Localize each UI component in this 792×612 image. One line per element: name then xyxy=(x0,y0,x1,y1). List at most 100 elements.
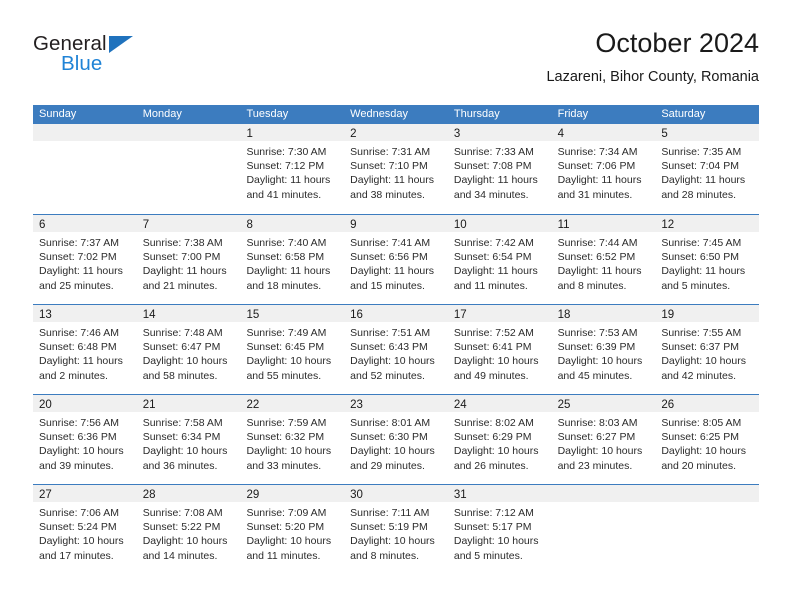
day-number-band: 20 xyxy=(33,395,137,412)
day-cell[interactable]: 4 Sunrise: 7:34 AM Sunset: 7:06 PM Dayli… xyxy=(551,124,656,214)
sunset-text: Sunset: 6:34 PM xyxy=(142,431,221,444)
day-details: Sunrise: 8:05 AM Sunset: 6:25 PM Dayligh… xyxy=(655,412,759,473)
sunset-text: Sunset: 7:12 PM xyxy=(246,160,325,173)
day-number: 26 xyxy=(661,399,675,411)
daylight-text-line1: Daylight: 10 hours xyxy=(246,355,332,368)
day-details: Sunrise: 8:02 AM Sunset: 6:29 PM Dayligh… xyxy=(448,412,552,473)
day-cell[interactable]: 27 Sunrise: 7:06 AM Sunset: 5:24 PM Dayl… xyxy=(33,485,137,574)
day-details: Sunrise: 7:31 AM Sunset: 7:10 PM Dayligh… xyxy=(344,141,448,202)
weekday-header-saturday: Saturday xyxy=(661,108,706,120)
day-number: 12 xyxy=(661,219,675,231)
day-details: Sunrise: 7:53 AM Sunset: 6:39 PM Dayligh… xyxy=(552,322,656,383)
day-details: Sunrise: 7:34 AM Sunset: 7:06 PM Dayligh… xyxy=(552,141,656,202)
day-cell[interactable]: 20 Sunrise: 7:56 AM Sunset: 6:36 PM Dayl… xyxy=(33,395,137,484)
day-number-band: 26 xyxy=(655,395,760,412)
day-number: 6 xyxy=(39,219,46,231)
day-details: Sunrise: 8:01 AM Sunset: 6:30 PM Dayligh… xyxy=(344,412,448,473)
day-cell[interactable]: 3 Sunrise: 7:33 AM Sunset: 7:08 PM Dayli… xyxy=(447,124,552,214)
day-number-band: 1 xyxy=(240,124,345,141)
day-cell[interactable]: 31 Sunrise: 7:12 AM Sunset: 5:17 PM Dayl… xyxy=(447,485,552,574)
daylight-text-line2: and 8 minutes. xyxy=(557,279,627,292)
day-number-band: 25 xyxy=(551,395,656,412)
day-cell[interactable]: 1 Sunrise: 7:30 AM Sunset: 7:12 PM Dayli… xyxy=(240,124,345,214)
day-details: Sunrise: 7:11 AM Sunset: 5:19 PM Dayligh… xyxy=(344,502,448,563)
day-cell[interactable]: 24 Sunrise: 8:02 AM Sunset: 6:29 PM Dayl… xyxy=(447,395,552,484)
daylight-text-line2: and 21 minutes. xyxy=(142,279,218,292)
day-cell[interactable]: 6 Sunrise: 7:37 AM Sunset: 7:02 PM Dayli… xyxy=(33,215,137,304)
sunset-text: Sunset: 7:04 PM xyxy=(661,160,739,173)
sunrise-text: Sunrise: 7:48 AM xyxy=(142,327,223,339)
day-cell[interactable]: 12 Sunrise: 7:45 AM Sunset: 6:50 PM Dayl… xyxy=(655,215,760,304)
page-subtitle: Lazareni, Bihor County, Romania xyxy=(546,69,759,85)
day-cell[interactable]: 11 Sunrise: 7:44 AM Sunset: 6:52 PM Dayl… xyxy=(551,215,656,304)
day-details: Sunrise: 7:37 AM Sunset: 7:02 PM Dayligh… xyxy=(33,232,137,293)
day-details: Sunrise: 7:59 AM Sunset: 6:32 PM Dayligh… xyxy=(240,412,344,473)
day-cell[interactable] xyxy=(551,485,656,574)
day-cell[interactable]: 19 Sunrise: 7:55 AM Sunset: 6:37 PM Dayl… xyxy=(655,305,760,394)
day-cell[interactable]: 15 Sunrise: 7:49 AM Sunset: 6:45 PM Dayl… xyxy=(240,305,345,394)
day-cell[interactable]: 30 Sunrise: 7:11 AM Sunset: 5:19 PM Dayl… xyxy=(344,485,448,574)
daylight-text-line2: and 42 minutes. xyxy=(661,369,737,382)
day-cell[interactable]: 16 Sunrise: 7:51 AM Sunset: 6:43 PM Dayl… xyxy=(344,305,448,394)
page-title: October 2024 xyxy=(595,28,759,58)
day-number-band: 21 xyxy=(136,395,241,412)
day-number-band xyxy=(655,485,760,502)
sunrise-text: Sunrise: 7:46 AM xyxy=(39,327,119,339)
sunset-text: Sunset: 6:48 PM xyxy=(39,341,117,354)
day-cell[interactable] xyxy=(33,124,137,214)
day-cell[interactable]: 26 Sunrise: 8:05 AM Sunset: 6:25 PM Dayl… xyxy=(655,395,760,484)
day-number-band: 16 xyxy=(344,305,448,322)
daylight-text-line2: and 34 minutes. xyxy=(453,188,529,201)
day-number: 14 xyxy=(142,309,156,321)
sunset-text: Sunset: 7:06 PM xyxy=(557,160,636,173)
day-cell[interactable]: 7 Sunrise: 7:38 AM Sunset: 7:00 PM Dayli… xyxy=(136,215,241,304)
daylight-text-line1: Daylight: 11 hours xyxy=(39,265,123,278)
sunrise-text: Sunrise: 7:06 AM xyxy=(39,507,119,519)
day-number-band: 18 xyxy=(551,305,656,322)
sunrise-text: Sunrise: 7:38 AM xyxy=(142,237,223,249)
day-cell[interactable]: 8 Sunrise: 7:40 AM Sunset: 6:58 PM Dayli… xyxy=(240,215,345,304)
day-number-band xyxy=(551,485,656,502)
daylight-text-line2: and 39 minutes. xyxy=(39,459,114,472)
day-cell[interactable]: 29 Sunrise: 7:09 AM Sunset: 5:20 PM Dayl… xyxy=(240,485,345,574)
day-cell[interactable]: 2 Sunrise: 7:31 AM Sunset: 7:10 PM Dayli… xyxy=(344,124,448,214)
brand-logo[interactable]: General Blue xyxy=(33,32,233,88)
day-cell[interactable]: 13 Sunrise: 7:46 AM Sunset: 6:48 PM Dayl… xyxy=(33,305,137,394)
day-cell[interactable]: 5 Sunrise: 7:35 AM Sunset: 7:04 PM Dayli… xyxy=(655,124,760,214)
weekday-header-tuesday: Tuesday xyxy=(246,108,289,120)
sunset-text: Sunset: 5:20 PM xyxy=(246,521,325,534)
day-details xyxy=(552,502,656,506)
day-cell[interactable]: 9 Sunrise: 7:41 AM Sunset: 6:56 PM Dayli… xyxy=(344,215,448,304)
day-number: 11 xyxy=(557,219,570,231)
day-cell[interactable]: 22 Sunrise: 7:59 AM Sunset: 6:32 PM Dayl… xyxy=(240,395,345,484)
day-details xyxy=(655,502,759,506)
day-number-band: 5 xyxy=(655,124,760,141)
sunset-text: Sunset: 5:17 PM xyxy=(453,521,532,534)
day-number: 20 xyxy=(39,399,52,411)
day-number: 21 xyxy=(142,399,156,411)
daylight-text-line1: Daylight: 11 hours xyxy=(557,174,642,187)
day-cell[interactable]: 28 Sunrise: 7:08 AM Sunset: 5:22 PM Dayl… xyxy=(136,485,241,574)
sunrise-text: Sunrise: 7:40 AM xyxy=(246,237,327,249)
daylight-text-line2: and 31 minutes. xyxy=(557,188,633,201)
day-cell[interactable]: 21 Sunrise: 7:58 AM Sunset: 6:34 PM Dayl… xyxy=(136,395,241,484)
day-cell[interactable] xyxy=(655,485,760,574)
sunset-text: Sunset: 7:00 PM xyxy=(142,251,221,264)
day-cell[interactable]: 18 Sunrise: 7:53 AM Sunset: 6:39 PM Dayl… xyxy=(551,305,656,394)
day-cell[interactable]: 25 Sunrise: 8:03 AM Sunset: 6:27 PM Dayl… xyxy=(551,395,656,484)
sunset-text: Sunset: 7:10 PM xyxy=(350,160,428,173)
calendar-grid: Sunday Monday Tuesday Wednesday Thursday… xyxy=(33,105,760,574)
day-cell[interactable]: 17 Sunrise: 7:52 AM Sunset: 6:41 PM Dayl… xyxy=(447,305,552,394)
sunrise-text: Sunrise: 7:55 AM xyxy=(661,327,742,339)
day-number-band: 17 xyxy=(447,305,552,322)
day-cell[interactable]: 14 Sunrise: 7:48 AM Sunset: 6:47 PM Dayl… xyxy=(136,305,241,394)
day-cell[interactable]: 10 Sunrise: 7:42 AM Sunset: 6:54 PM Dayl… xyxy=(447,215,552,304)
day-number: 22 xyxy=(246,399,260,411)
calendar-page: General Blue October 2024 Lazareni, Biho… xyxy=(0,0,792,612)
day-number-band: 11 xyxy=(551,215,656,232)
sunrise-text: Sunrise: 7:11 AM xyxy=(350,507,430,519)
sunset-text: Sunset: 6:30 PM xyxy=(350,431,428,444)
week-row: 1 Sunrise: 7:30 AM Sunset: 7:12 PM Dayli… xyxy=(33,124,760,214)
day-cell[interactable]: 23 Sunrise: 8:01 AM Sunset: 6:30 PM Dayl… xyxy=(344,395,448,484)
day-cell[interactable] xyxy=(136,124,241,214)
